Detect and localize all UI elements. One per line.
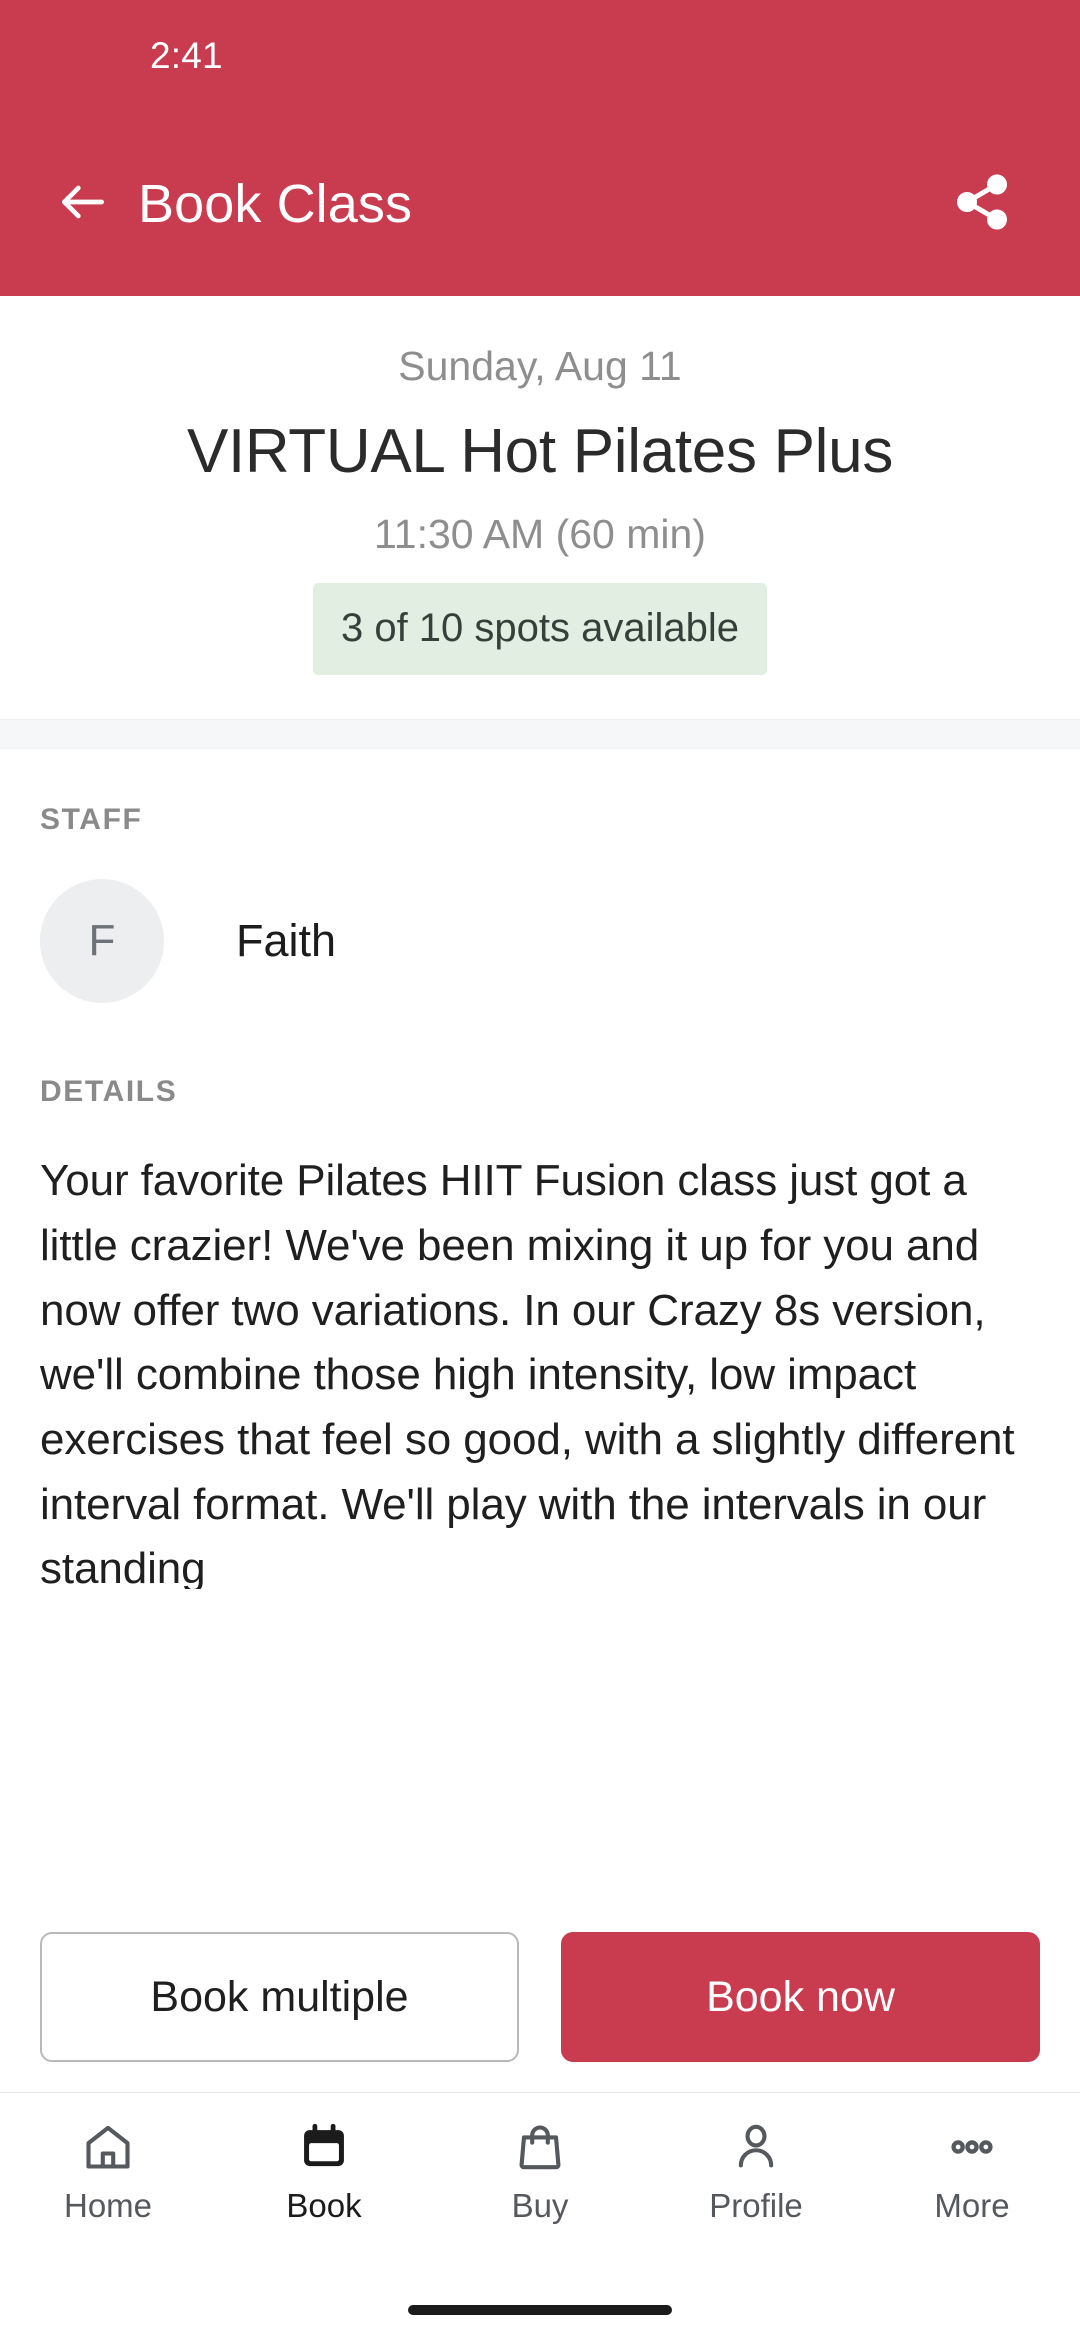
back-button[interactable] [44, 165, 122, 243]
shopping-bag-icon [514, 2119, 566, 2175]
nav-label-home: Home [63, 2187, 153, 2224]
book-multiple-button[interactable]: Book multiple [40, 1932, 519, 2062]
nav-item-profile[interactable]: Profile [648, 2119, 864, 2222]
nav-label-profile: Profile [709, 2187, 803, 2224]
book-now-button[interactable]: Book now [561, 1932, 1040, 2062]
app-bar: 2:41 Book Class [0, 0, 1080, 296]
class-title: VIRTUAL Hot Pilates Plus [186, 417, 894, 487]
details-description: Your favorite Pilates HIIT Fusion class … [40, 1156, 1015, 1590]
status-bar-clock: 2:41 [150, 35, 223, 76]
nav-item-book[interactable]: Book [216, 2119, 432, 2222]
details-section-label: DETAILS [40, 1075, 178, 1109]
staff-section-label: STAFF [40, 803, 143, 837]
more-horizontal-icon [946, 2119, 998, 2175]
class-details-content: STAFF F Faith DETAILS Your favorite Pila… [0, 749, 1080, 1918]
section-divider [0, 719, 1080, 750]
nav-label-book: Book [286, 2187, 362, 2224]
staff-row[interactable]: F Faith [40, 879, 1040, 1004]
nav-label-more: More [934, 2187, 1010, 2224]
home-indicator-area [0, 2280, 1080, 2340]
nav-label-buy: Buy [511, 2187, 569, 2224]
nav-item-more[interactable]: More [864, 2119, 1080, 2222]
home-indicator[interactable] [408, 2305, 672, 2315]
nav-item-home[interactable]: Home [0, 2119, 216, 2222]
arrow-left-icon [55, 174, 111, 235]
bottom-navigation: Home Book Buy Profile More [0, 2092, 1080, 2280]
avatar: F [40, 879, 164, 1004]
person-icon [730, 2119, 782, 2175]
home-icon [82, 2119, 134, 2175]
avatar-initial: F [88, 916, 116, 966]
class-date: Sunday, Aug 11 [398, 343, 682, 389]
action-buttons: Book multiple Book now [0, 1918, 1080, 2092]
page-title: Book Class [138, 174, 413, 234]
status-bar: 2:41 [0, 0, 1080, 112]
calendar-icon [298, 2119, 350, 2175]
staff-name: Faith [236, 915, 337, 967]
class-time: 11:30 AM (60 min) [374, 511, 706, 558]
spots-available-badge: 3 of 10 spots available [312, 583, 768, 676]
share-button[interactable] [938, 160, 1026, 248]
nav-item-buy[interactable]: Buy [432, 2119, 648, 2222]
app-bar-row: Book Class [0, 112, 1080, 296]
app-screen: 2:41 Book Class Sunday, Aug 11 VIRTUAL H… [0, 0, 1080, 2340]
class-summary: Sunday, Aug 11 VIRTUAL Hot Pilates Plus … [0, 296, 1080, 720]
share-icon [952, 172, 1012, 237]
